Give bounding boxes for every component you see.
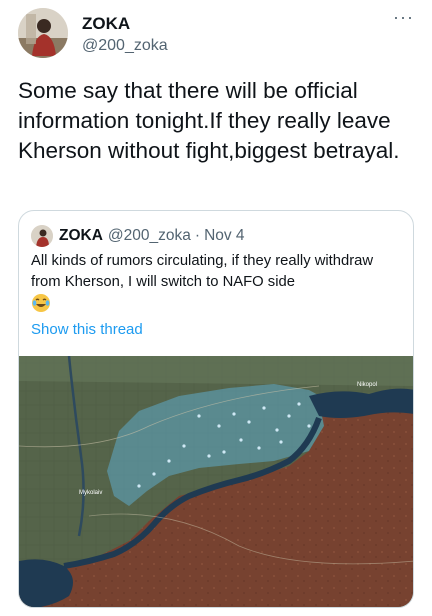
more-horizontal-icon[interactable]: ··· [393, 8, 414, 26]
kherson-map-svg: Nikopol Mykolaiv [19, 355, 413, 607]
separator-dot: · [194, 227, 201, 244]
quoted-tweet-header: ZOKA @200_zoka · Nov 4 [31, 225, 245, 247]
tweet-text: Some say that there will be official inf… [18, 78, 400, 163]
author-handle[interactable]: @200_zoka [82, 37, 168, 55]
author-name[interactable]: ZOKA [82, 14, 130, 34]
tweet-header: ZOKA @200_zoka ··· [18, 8, 418, 62]
quoted-tweet-date: Nov 4 [204, 227, 245, 244]
quoted-tweet-text: All kinds of rumors circulating, if they… [31, 253, 374, 290]
show-thread-link[interactable]: Show this thread [31, 321, 143, 338]
quoted-author-avatar [31, 225, 53, 247]
map-image[interactable]: Nikopol Mykolaiv [19, 355, 413, 607]
map-label-nikopol: Nikopol [357, 382, 377, 388]
quoted-tweet[interactable]: ZOKA @200_zoka · Nov 4 All kinds of rumo… [18, 210, 414, 608]
face-with-tears-of-joy-icon [31, 293, 51, 313]
author-avatar[interactable] [18, 8, 68, 58]
map-label-mykolaiv: Mykolaiv [79, 490, 102, 496]
quoted-author-name: ZOKA [59, 227, 103, 244]
quoted-author-handle: @200_zoka [107, 227, 191, 244]
